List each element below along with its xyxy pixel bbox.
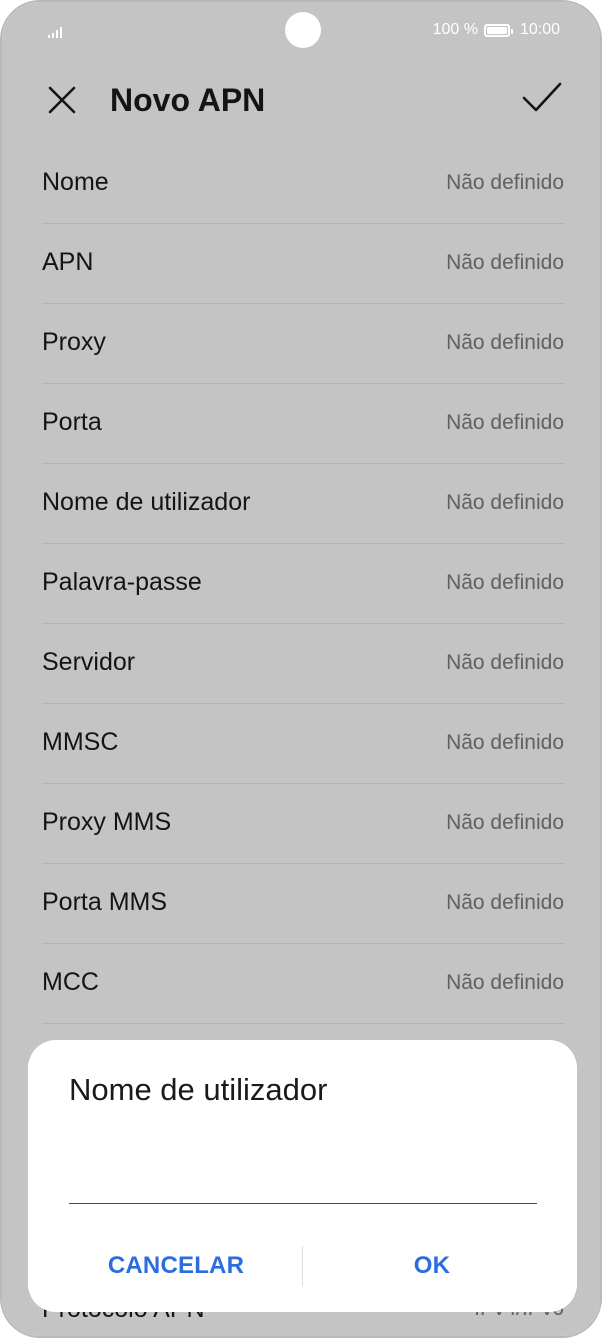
battery-percent: 100 % (432, 21, 478, 38)
status-bar: 100 % 10:00 (2, 2, 600, 62)
device-frame: Novo APN Nome Não definido APN Não defin… (0, 0, 602, 1338)
camera-cutout (285, 12, 321, 48)
clock: 10:00 (519, 21, 560, 38)
screen: Novo APN Nome Não definido APN Não defin… (2, 2, 600, 1336)
username-dialog: Nome de utilizador CANCELAR OK (28, 1040, 577, 1312)
dialog-title: Nome de utilizador (69, 1072, 328, 1107)
button-divider (302, 1246, 303, 1286)
signal-icon (48, 24, 72, 38)
battery-icon (483, 23, 513, 37)
ok-button[interactable]: OK (304, 1240, 560, 1292)
cancel-button[interactable]: CANCELAR (48, 1240, 304, 1292)
username-input[interactable] (69, 1160, 537, 1204)
status-right: 100 % 10:00 (433, 21, 560, 39)
phone: Novo APN Nome Não definido APN Não defin… (0, 0, 602, 1338)
